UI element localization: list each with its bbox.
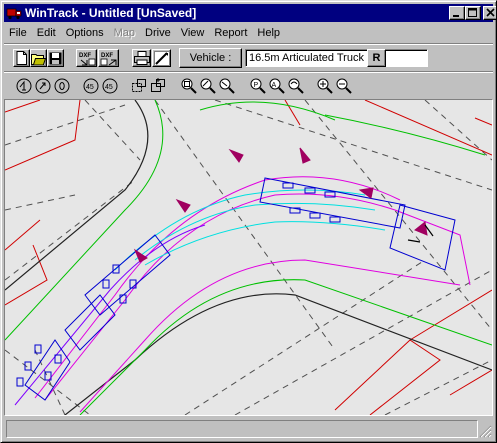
open-button[interactable]	[30, 49, 47, 67]
zoom-in-step-icon	[200, 78, 216, 94]
svg-text:A: A	[272, 82, 277, 89]
vehicle-button[interactable]: Vehicle :	[179, 48, 242, 68]
svg-text:P: P	[254, 82, 259, 89]
dxf-export-icon: DXF	[100, 53, 116, 65]
svg-text:45: 45	[86, 84, 94, 91]
dxf-import-icon: DXF	[79, 53, 95, 65]
rotate-zero-icon	[54, 78, 70, 94]
rotate-left-45-icon: 45	[83, 78, 99, 94]
zoom-out-step-icon	[219, 78, 235, 94]
menu-file[interactable]: File	[4, 27, 32, 39]
draw-path-icon	[153, 50, 170, 66]
truck-app-icon	[6, 6, 22, 20]
zoom-all-icon: A	[269, 78, 285, 94]
svg-text:DXF: DXF	[101, 53, 113, 59]
select-region-icon	[132, 79, 146, 92]
menu-drive[interactable]: Drive	[140, 27, 176, 39]
rotate-zero-button[interactable]	[51, 75, 73, 97]
menu-options[interactable]: Options	[61, 27, 109, 39]
maximize-button[interactable]	[465, 6, 481, 20]
menu-bar: File Edit Options Map Drive View Report …	[4, 23, 493, 42]
move-region-button[interactable]	[147, 75, 169, 97]
drawing-canvas[interactable]	[4, 99, 493, 416]
rotate-right-icon	[35, 78, 51, 94]
menu-report[interactable]: Report	[209, 27, 252, 39]
print-icon	[133, 51, 150, 65]
zoom-out-icon	[336, 78, 352, 94]
menu-view[interactable]: View	[176, 27, 210, 39]
dxf-export-button[interactable]: DXF	[98, 49, 119, 67]
view-toolbar: 45 45 P A	[4, 73, 493, 99]
redraw-icon: R	[372, 52, 381, 64]
menu-map[interactable]: Map	[109, 27, 140, 39]
save-disk-icon	[49, 52, 62, 64]
resize-grip-icon[interactable]	[479, 425, 492, 438]
rotate-right-45-button[interactable]: 45	[99, 75, 121, 97]
open-folder-icon	[31, 53, 46, 65]
zoom-previous-button[interactable]	[285, 75, 307, 97]
minimize-button[interactable]	[449, 6, 465, 20]
application-window: WinTrack - Untitled [UnSaved] File Edit …	[0, 0, 497, 443]
new-file-icon	[16, 51, 27, 65]
maximize-icon	[468, 8, 477, 17]
redraw-button[interactable]: R	[367, 49, 386, 67]
zoom-previous-icon	[288, 78, 304, 94]
window-title: WinTrack - Untitled [UnSaved]	[25, 6, 197, 20]
menu-edit[interactable]: Edit	[32, 27, 61, 39]
minimize-icon	[453, 15, 459, 17]
zoom-out-step-button[interactable]	[216, 75, 238, 97]
status-panel	[6, 420, 478, 438]
close-icon	[486, 8, 495, 17]
draw-path-button[interactable]	[152, 49, 171, 67]
dxf-import-button[interactable]: DXF	[76, 49, 97, 67]
zoom-out-button[interactable]	[333, 75, 355, 97]
svg-text:DXF: DXF	[79, 53, 91, 59]
rotate-left-icon	[16, 78, 32, 94]
save-button[interactable]	[47, 49, 64, 67]
rotate-right-45-icon: 45	[102, 78, 118, 94]
swept-path-drawing	[5, 100, 492, 415]
svg-text:45: 45	[105, 84, 113, 91]
pan-icon: P	[250, 78, 266, 94]
move-region-icon	[151, 78, 165, 92]
zoom-in-icon	[317, 78, 333, 94]
vehicle-field[interactable]: 16.5m Articulated Truck	[245, 49, 428, 67]
zoom-window-icon	[181, 78, 197, 94]
close-button[interactable]	[483, 6, 496, 20]
main-toolbar: DXF DXF Vehicle : 16.5m Articulated Truc…	[4, 45, 493, 71]
title-bar[interactable]: WinTrack - Untitled [UnSaved]	[4, 4, 496, 22]
print-button[interactable]	[132, 49, 151, 67]
status-bar	[4, 419, 493, 439]
new-file-button[interactable]	[13, 49, 30, 67]
menu-help[interactable]: Help	[252, 27, 285, 39]
